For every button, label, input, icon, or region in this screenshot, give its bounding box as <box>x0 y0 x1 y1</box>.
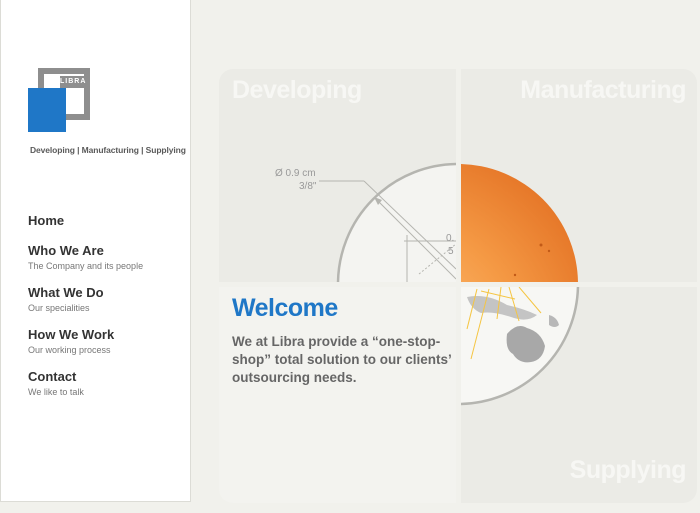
nav-item-subtitle: We like to talk <box>28 387 84 397</box>
nav-item-label: Who We Are <box>28 243 104 258</box>
tagline: Developing | Manufacturing | Supplying <box>30 145 186 155</box>
nav-item-subtitle: Our specialities <box>28 303 90 313</box>
sidebar: LIBRA Developing | Manufacturing | Suppl… <box>0 0 191 502</box>
nav-item-what-we-do[interactable]: What We Do Our specialities <box>28 285 188 314</box>
dimension-label-imperial: 3/8" <box>299 181 317 192</box>
nav-item-who-we-are[interactable]: Who We Are The Company and its people <box>28 243 188 272</box>
intro-text: We at Libra provide a “one-stop-shop” to… <box>232 334 451 385</box>
logo-blue-square <box>28 88 66 132</box>
nav-item-label: Contact <box>28 369 77 384</box>
panel-title-supplying: Supplying <box>569 456 687 484</box>
panel-title-developing: Developing <box>232 76 362 104</box>
panel-title-manufacturing: Manufacturing <box>520 76 686 104</box>
logo-text: LIBRA <box>60 76 86 88</box>
welcome-heading: Welcome <box>232 294 338 322</box>
nav-item-subtitle: The Company and its people <box>28 261 144 271</box>
nav-item-label: What We Do <box>28 285 104 300</box>
nav-item-label: How We Work <box>28 327 115 342</box>
nav-item-subtitle: Our working process <box>28 345 111 355</box>
dimension-label-small-a: 0. <box>446 233 455 244</box>
nav-item-how-we-work[interactable]: How We Work Our working process <box>28 327 188 356</box>
nav-item-label: Home <box>28 213 65 228</box>
dimension-label-metric: Ø 0.9 cm <box>275 168 316 179</box>
dimension-label-small-b: 5 <box>448 246 454 257</box>
nav-item-home[interactable]: Home <box>28 213 188 228</box>
main-nav: Home Who We Are The Company and its peop… <box>28 213 188 411</box>
nav-item-contact[interactable]: Contact We like to talk <box>28 369 188 398</box>
libra-logo[interactable]: LIBRA <box>28 68 94 134</box>
